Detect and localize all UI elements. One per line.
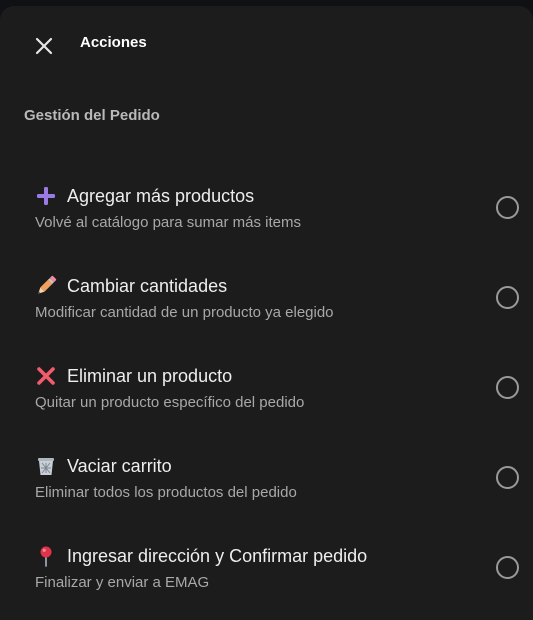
close-icon [30,32,58,60]
sheet-title: Acciones [80,34,147,51]
option-remove-product[interactable]: Eliminar un producto Quitar un producto … [0,346,533,436]
cross-mark-icon [35,365,57,387]
option-empty-cart[interactable]: Vaciar carrito Eliminar todos los produc… [0,436,533,526]
option-confirm-order[interactable]: Ingresar dirección y Confirmar pedido Fi… [0,526,533,616]
option-label: Cambiar cantidades [67,275,228,296]
radio-button[interactable] [496,286,519,309]
option-add-products[interactable]: Agregar más productos Volvé al catálogo … [0,166,533,256]
option-description: Finalizar y enviar a EMAG [35,574,210,591]
section-title: Gestión del Pedido [24,107,160,124]
radio-button[interactable] [496,196,519,219]
option-label: Ingresar dirección y Confirmar pedido [67,545,368,566]
option-description: Quitar un producto específico del pedido [35,394,305,411]
radio-button[interactable] [496,466,519,489]
sheet-header: Acciones [0,6,533,82]
wastebasket-icon [35,455,57,477]
radio-button[interactable] [496,376,519,399]
plus-icon [35,185,57,207]
close-button[interactable] [30,32,58,60]
option-change-quantities[interactable]: Cambiar cantidades Modificar cantidad de… [0,256,533,346]
pencil-icon [35,275,57,297]
option-description: Modificar cantidad de un producto ya ele… [35,304,334,321]
option-label: Vaciar carrito [67,455,172,476]
option-label: Eliminar un producto [67,365,233,386]
round-pushpin-icon [35,545,57,567]
option-description: Eliminar todos los productos del pedido [35,484,297,501]
actions-sheet: Acciones Gestión del Pedido Agregar más … [0,6,533,620]
options-list: Agregar más productos Volvé al catálogo … [0,166,533,616]
radio-button[interactable] [496,556,519,579]
option-description: Volvé al catálogo para sumar más items [35,214,301,231]
option-label: Agregar más productos [67,185,255,206]
